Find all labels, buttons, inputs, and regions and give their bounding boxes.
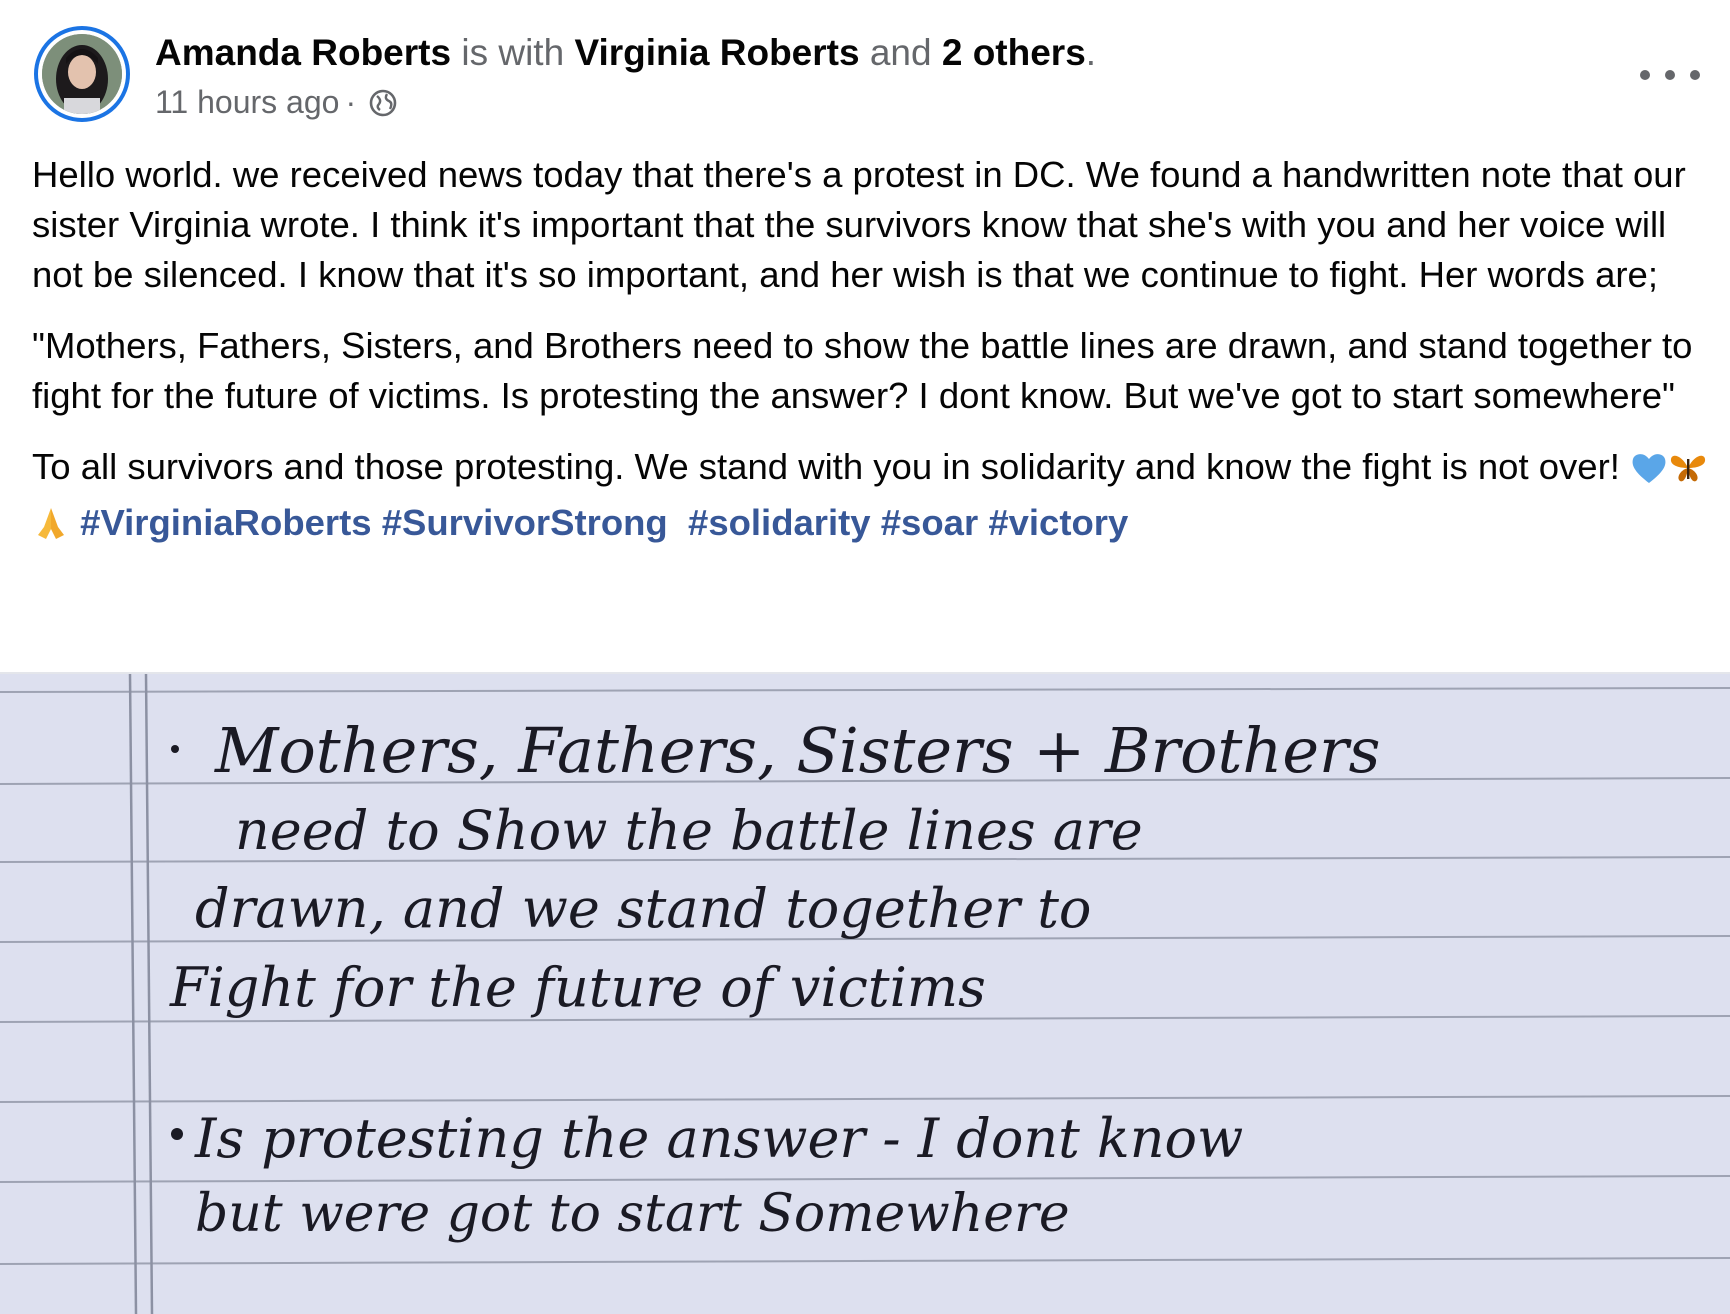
post-quote: "Mothers, Fathers, Sisters, and Brothers… (32, 325, 1693, 416)
butterfly-icon (1668, 448, 1708, 498)
folded-hands-icon (32, 504, 70, 554)
avatar-photo (42, 34, 122, 114)
hashtag-link[interactable]: #soar (881, 502, 978, 543)
timestamp[interactable]: 11 hours ago (155, 82, 339, 122)
post-text: Hello world. we received news today that… (32, 150, 1712, 575)
closing-text: To all survivors and those protesting. W… (32, 446, 1620, 487)
hashtag-link[interactable]: #victory (988, 502, 1128, 543)
author-name[interactable]: Amanda Roberts (155, 32, 451, 73)
hashtag-link[interactable]: #VirginiaRoberts (80, 502, 371, 543)
post-meta: 11 hours ago · (155, 82, 398, 122)
note-line: but were got to start Somewhere (195, 1184, 1070, 1244)
post-header: Amanda Roberts is with Virginia Roberts … (30, 22, 1700, 122)
globe-icon[interactable] (368, 87, 398, 117)
period-text: . (1085, 32, 1097, 73)
meta-separator: · (345, 84, 357, 120)
more-dot (1640, 70, 1650, 80)
more-dot (1665, 70, 1675, 80)
note-line: Fight for the future of victims (169, 956, 986, 1019)
post-paragraph-closing: To all survivors and those protesting. W… (32, 442, 1712, 554)
post-photo[interactable]: Mothers, Fathers, Sisters + Brothers nee… (0, 672, 1730, 1314)
note-line: Mothers, Fathers, Sisters + Brothers (214, 714, 1380, 787)
note-line: Is protesting the answer - I dont know (194, 1107, 1243, 1170)
is-with-text: is with (461, 32, 565, 73)
handwritten-note-image: Mothers, Fathers, Sisters + Brothers nee… (0, 674, 1730, 1314)
avatar[interactable] (34, 26, 130, 122)
and-text: and (869, 32, 932, 73)
hashtag-link[interactable]: #SurvivorStrong (382, 502, 668, 543)
others-link[interactable]: 2 others (942, 32, 1086, 73)
more-options-icon[interactable] (1640, 60, 1700, 90)
author-line: Amanda Roberts is with Virginia Roberts … (155, 30, 1096, 76)
tagged-person[interactable]: Virginia Roberts (574, 32, 859, 73)
note-bullet (171, 1128, 183, 1140)
note-line: drawn, and we stand together to (195, 877, 1091, 940)
facebook-post: Amanda Roberts is with Virginia Roberts … (0, 0, 1730, 1314)
post-paragraph: Hello world. we received news today that… (32, 154, 1686, 295)
hashtag-link[interactable]: #solidarity (688, 502, 871, 543)
blue-heart-icon (1630, 448, 1668, 498)
more-dot (1690, 70, 1700, 80)
note-bullet (171, 745, 179, 753)
note-line: need to Show the battle lines are (235, 799, 1143, 862)
